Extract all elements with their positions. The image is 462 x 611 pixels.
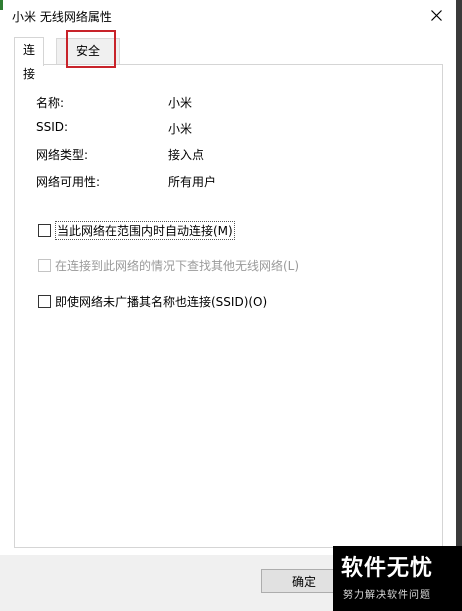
connection-panel: 名称: 小米 SSID: 小米 网络类型: 接入点 网络可用性: 所有用户 当此…	[14, 64, 443, 548]
name-value: 小米	[168, 96, 193, 110]
tab-connection[interactable]: 连接	[14, 37, 45, 81]
watermark-logo: 软件无忧 努力解决软件问题	[333, 546, 462, 611]
close-button[interactable]	[416, 0, 456, 30]
close-icon	[430, 9, 442, 21]
find-other-networks-option[interactable]: 在连接到此网络的情况下查找其他无线网络(L)	[38, 257, 299, 274]
title-bar: 小米 无线网络属性	[0, 0, 456, 30]
watermark-sub-text: 努力解决软件问题	[343, 590, 431, 601]
hidden-ssid-checkbox[interactable]	[38, 295, 51, 308]
hidden-ssid-option[interactable]: 即使网络未广播其名称也连接(SSID)(O)	[38, 293, 267, 310]
network-type-label: 网络类型:	[36, 148, 89, 162]
window-title: 小米 无线网络属性	[12, 10, 112, 24]
watermark-main-text: 软件无忧	[341, 556, 434, 581]
hidden-ssid-label: 即使网络未广播其名称也连接(SSID)(O)	[55, 295, 268, 309]
auto-connect-checkbox[interactable]	[38, 224, 51, 237]
auto-connect-label: 当此网络在范围内时自动连接(M)	[55, 221, 235, 240]
find-other-networks-label: 在连接到此网络的情况下查找其他无线网络(L)	[55, 259, 300, 273]
wireless-properties-dialog: 小米 无线网络属性 连接 安全 名称: 小米 SSID: 小米 网络类型: 接入…	[0, 0, 456, 611]
find-other-networks-checkbox[interactable]	[38, 259, 51, 272]
network-availability-value: 所有用户	[168, 175, 217, 189]
network-type-value: 接入点	[168, 148, 205, 162]
ssid-value: 小米	[168, 122, 193, 136]
ssid-label: SSID:	[36, 120, 69, 134]
name-label: 名称:	[36, 96, 65, 110]
auto-connect-option[interactable]: 当此网络在范围内时自动连接(M)	[38, 221, 235, 240]
network-availability-label: 网络可用性:	[36, 175, 101, 189]
security-tab-highlight	[66, 30, 116, 68]
